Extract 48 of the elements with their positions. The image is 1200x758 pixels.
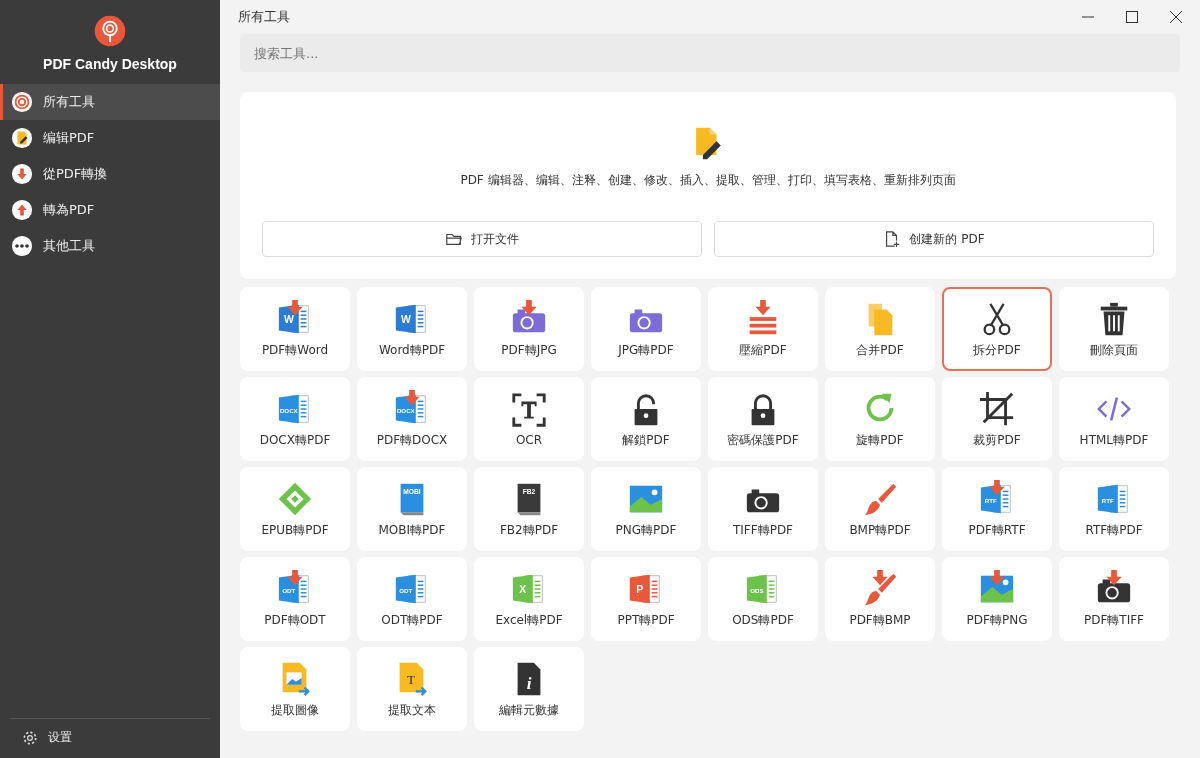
tool-tile[interactable]: PDF轉JPG [474,287,584,371]
sidebar-item-icon [11,163,33,185]
tool-tile[interactable]: T 提取文本 [357,647,467,731]
tool-tile[interactable]: 壓縮PDF [708,287,818,371]
sidebar-item[interactable]: 從PDF轉換 [0,156,220,192]
new-pdf-button[interactable]: 创建新的 PDF [714,221,1154,257]
tool-tile[interactable]: i 編輯元數據 [474,647,584,731]
tool-tile[interactable]: EPUB轉PDF [240,467,350,551]
new-file-icon [883,230,902,248]
tool-tile[interactable]: W PDF轉Word [240,287,350,371]
close-icon[interactable] [1170,11,1182,23]
tool-tile[interactable]: TIFF轉PDF [708,467,818,551]
search-field[interactable]: 搜索工具... [240,34,1180,72]
tool-tile[interactable]: HTML轉PDF [1059,377,1169,461]
tool-tile[interactable]: JPG轉PDF [591,287,701,371]
sidebar-item-icon [11,91,33,113]
maximize-icon[interactable] [1126,11,1138,23]
tool-tile[interactable]: W Word轉PDF [357,287,467,371]
tool-tile[interactable]: P PPT轉PDF [591,557,701,641]
tool-tile[interactable]: 密碼保護PDF [708,377,818,461]
tool-tile[interactable]: 提取圖像 [240,647,350,731]
sidebar-item-icon [11,127,33,149]
lollipop-logo-icon [93,14,127,48]
tool-tile[interactable]: PDF轉BMP [825,557,935,641]
sidebar-item[interactable]: 轉為PDF [0,192,220,228]
tool-tile[interactable]: OCR [474,377,584,461]
tool-tile[interactable]: PDF轉TIFF [1059,557,1169,641]
settings-link[interactable]: 设置 [10,718,210,758]
tool-tile[interactable]: 合并PDF [825,287,935,371]
sidebar-item[interactable]: 编辑PDF [0,120,220,156]
tool-tile[interactable]: 解鎖PDF [591,377,701,461]
description-text: PDF 编辑器、编辑、注释、创建、修改、插入、提取、管理、打印、填写表格、重新排列页面 [460,172,956,189]
sidebar-item[interactable]: 所有工具 [0,84,220,120]
sidebar-item-icon [11,235,33,257]
settings-icon [22,729,38,746]
tool-tile[interactable]: 刪除頁面 [1059,287,1169,371]
tool-tile[interactable]: 旋轉PDF [825,377,935,461]
open-file-button[interactable]: 打开文件 [262,221,702,257]
tool-tile[interactable]: 拆分PDF [942,287,1052,371]
window-title: 所有工具 [238,8,290,26]
tool-tile[interactable]: 裁剪PDF [942,377,1052,461]
tool-tile[interactable]: X Excel轉PDF [474,557,584,641]
tool-tile[interactable]: PDF轉PNG [942,557,1052,641]
tool-tile[interactable]: PNG轉PDF [591,467,701,551]
app-name: PDF Candy Desktop [43,56,177,72]
sidebar-item[interactable]: 其他工具 [0,228,220,264]
tool-tile[interactable]: BMP轉PDF [825,467,935,551]
sidebar-item-icon [11,199,33,221]
